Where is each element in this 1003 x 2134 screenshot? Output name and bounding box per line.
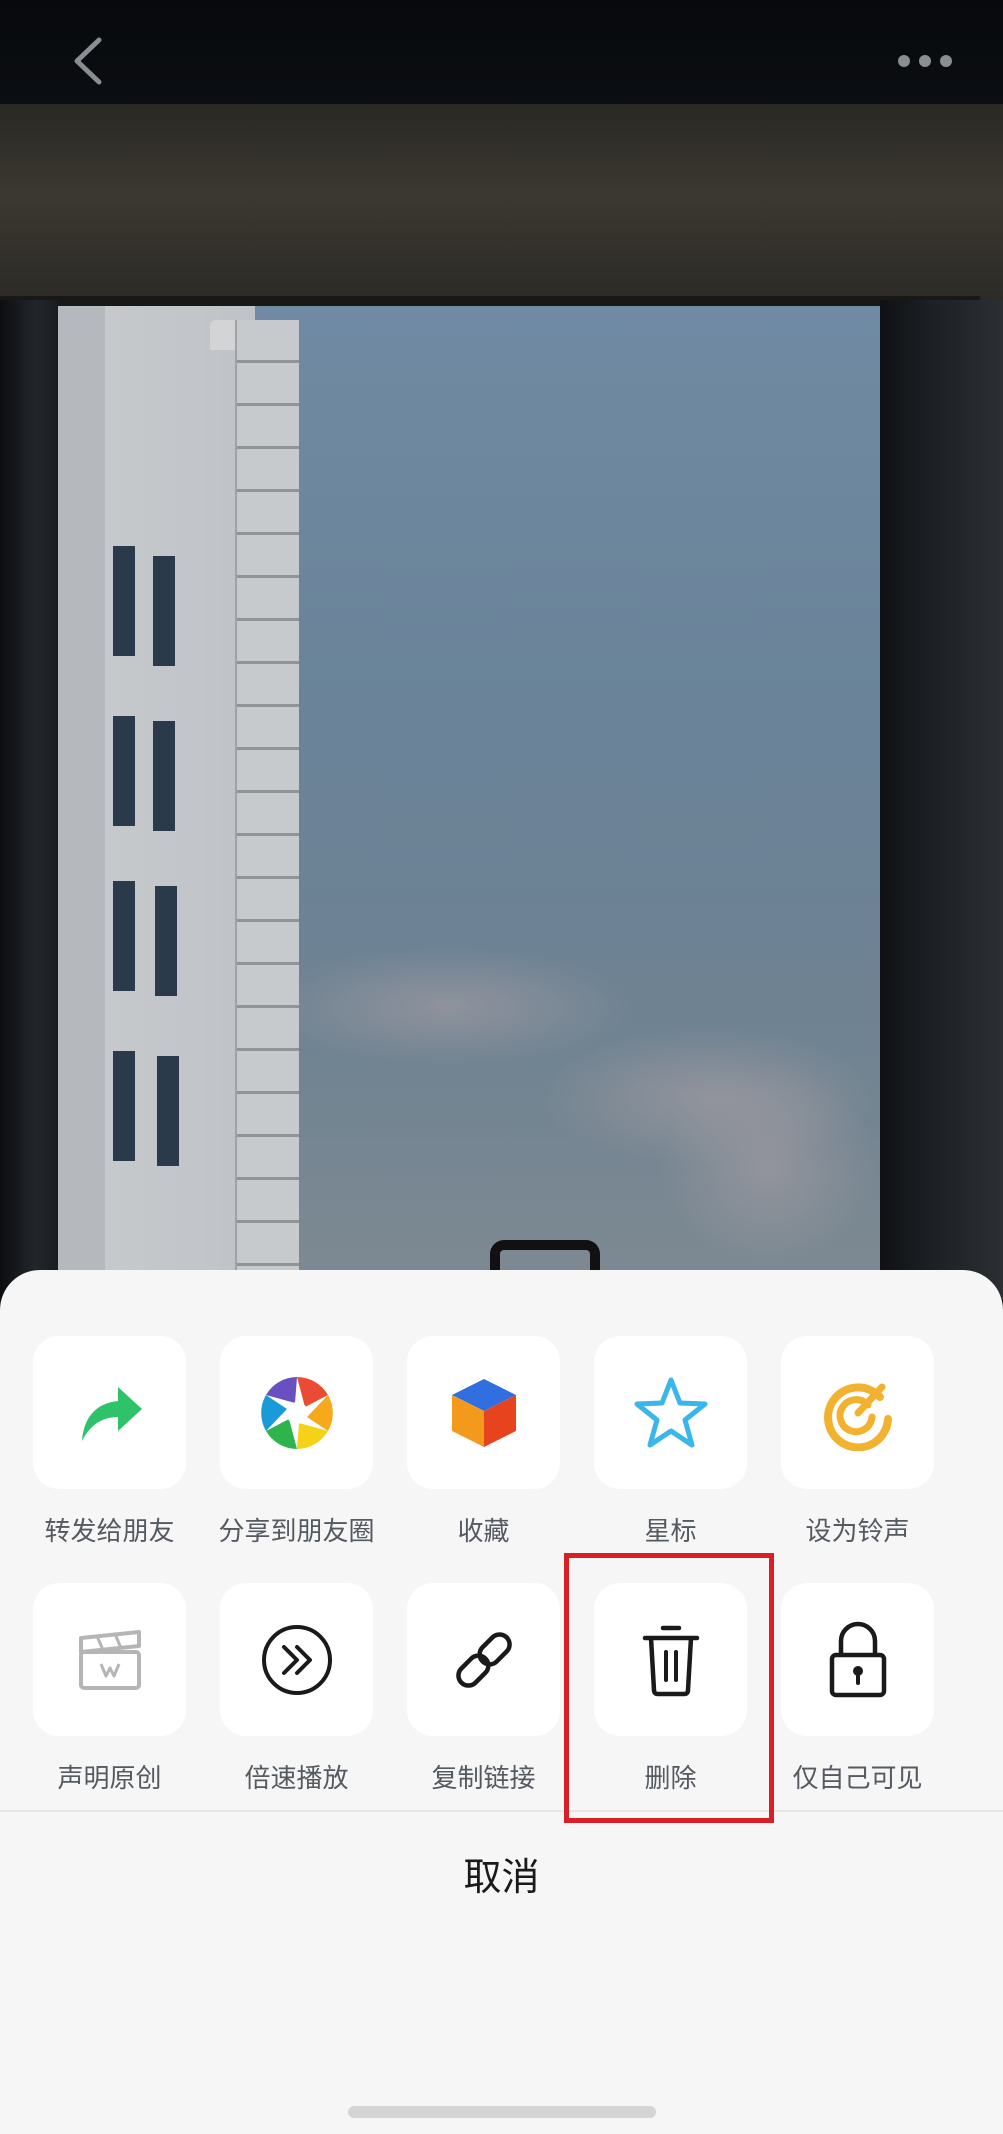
video-frame[interactable] bbox=[0, 0, 1003, 1300]
blind-edge bbox=[0, 296, 980, 306]
action-label: 转发给朋友 bbox=[44, 1517, 175, 1547]
action-tile bbox=[220, 1336, 373, 1489]
action-label: 设为铃声 bbox=[805, 1517, 910, 1547]
set-ringtone-button[interactable]: 设为铃声 bbox=[781, 1336, 934, 1547]
action-label: 分享到朋友圈 bbox=[218, 1517, 375, 1547]
moments-aperture-icon bbox=[260, 1376, 333, 1449]
playback-speed-icon bbox=[261, 1624, 332, 1695]
more-dots-icon bbox=[898, 55, 952, 67]
home-indicator[interactable] bbox=[348, 2106, 656, 2118]
copy-link-button[interactable]: 复制链接 bbox=[407, 1583, 560, 1794]
trash-icon bbox=[642, 1625, 699, 1696]
action-tile bbox=[594, 1336, 747, 1489]
action-tile bbox=[594, 1583, 747, 1736]
more-button[interactable] bbox=[890, 40, 960, 82]
action-tile bbox=[220, 1583, 373, 1736]
action-label: 复制链接 bbox=[431, 1764, 536, 1794]
action-tile bbox=[33, 1336, 186, 1489]
window-frame-right bbox=[880, 300, 1003, 1300]
star-mark-button[interactable]: 星标 bbox=[594, 1336, 747, 1547]
link-icon bbox=[455, 1631, 512, 1688]
star-icon bbox=[634, 1377, 707, 1447]
action-label: 声明原创 bbox=[57, 1764, 162, 1794]
action-tile bbox=[781, 1336, 934, 1489]
share-to-moments-button[interactable]: 分享到朋友圈 bbox=[218, 1336, 375, 1547]
top-bar bbox=[0, 0, 1003, 104]
back-button[interactable] bbox=[62, 36, 112, 86]
playback-speed-button[interactable]: 倍速播放 bbox=[220, 1583, 373, 1794]
action-label: 收藏 bbox=[457, 1517, 510, 1547]
cancel-button[interactable]: 取消 bbox=[0, 1813, 1003, 1933]
action-tile bbox=[33, 1583, 186, 1736]
action-label: 删除 bbox=[644, 1764, 697, 1794]
forward-to-friend-button[interactable]: 转发给朋友 bbox=[33, 1336, 186, 1547]
window-frame-left bbox=[0, 300, 58, 1300]
clapperboard-icon bbox=[78, 1629, 141, 1690]
video-screen: 转发给朋友 分享到朋友圈 收藏 星标 设为铃声 声明原创 倍速播放 复制链接 删… bbox=[0, 0, 1003, 2134]
action-tile bbox=[407, 1336, 560, 1489]
cloud bbox=[258, 946, 638, 1066]
cloud bbox=[658, 1066, 878, 1266]
action-label: 星标 bbox=[644, 1517, 697, 1547]
action-label: 仅自己可见 bbox=[792, 1764, 923, 1794]
action-row: 声明原创 倍速播放 复制链接 删除 仅自己可见 bbox=[33, 1583, 973, 1794]
favorite-button[interactable]: 收藏 bbox=[407, 1336, 560, 1547]
divider bbox=[0, 1810, 1003, 1812]
action-sheet: 转发给朋友 分享到朋友圈 收藏 星标 设为铃声 声明原创 倍速播放 复制链接 删… bbox=[0, 1270, 1003, 2134]
ringtone-icon bbox=[823, 1383, 892, 1451]
declare-original-button[interactable]: 声明原创 bbox=[33, 1583, 186, 1794]
action-tile bbox=[407, 1583, 560, 1736]
private-visible-button[interactable]: 仅自己可见 bbox=[781, 1583, 934, 1794]
lock-icon bbox=[829, 1621, 886, 1697]
action-row: 转发给朋友 分享到朋友圈 收藏 星标 设为铃声 bbox=[33, 1336, 973, 1547]
delete-button[interactable]: 删除 bbox=[594, 1583, 747, 1794]
building-column bbox=[235, 320, 299, 1300]
action-label: 倍速播放 bbox=[244, 1764, 349, 1794]
share-arrow-icon bbox=[81, 1386, 142, 1441]
window-blind bbox=[0, 104, 1003, 304]
favorite-cube-icon bbox=[451, 1378, 516, 1447]
chevron-left-icon bbox=[74, 37, 102, 85]
action-tile bbox=[781, 1583, 934, 1736]
building bbox=[105, 306, 255, 1300]
